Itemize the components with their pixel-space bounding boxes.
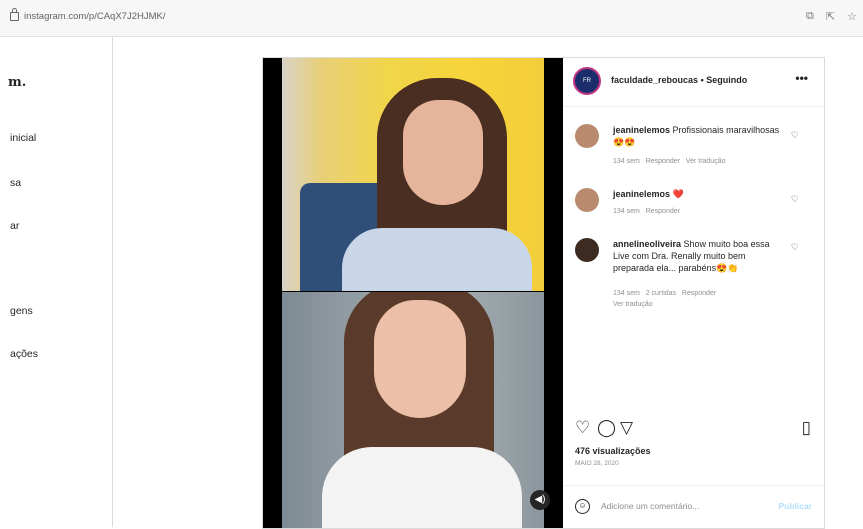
sidebar-nav: m. inicial sa ar gens ações bbox=[0, 37, 113, 527]
comment-meta: 134 sem Responder Ver tradução bbox=[613, 158, 726, 165]
bookmark-icon[interactable]: ▯ bbox=[802, 418, 811, 438]
comment-username[interactable]: jeaninelemos bbox=[613, 125, 670, 135]
sidebar-item-explorar[interactable]: ar bbox=[10, 220, 19, 232]
comment-like-icon[interactable]: ♡ bbox=[791, 194, 799, 205]
star-icon[interactable]: ☆ bbox=[847, 10, 857, 23]
comment-like-icon[interactable]: ♡ bbox=[791, 242, 799, 253]
emoji-icon[interactable]: ☺ bbox=[575, 499, 590, 514]
post-date: MAIO 28, 2020 bbox=[575, 460, 619, 467]
reply-link[interactable]: Responder bbox=[646, 208, 680, 215]
comment-item: jeaninelemos Profissionais maravilhosas😍… bbox=[575, 124, 815, 174]
post-side-panel: FR faculdade_reboucas • Seguindo ••• jea… bbox=[563, 58, 824, 528]
reply-link[interactable]: Responder bbox=[646, 158, 680, 165]
sidebar-item-mensagens[interactable]: gens bbox=[10, 305, 33, 317]
zoom-icon[interactable]: ⇱ bbox=[826, 10, 835, 23]
add-comment-bar: ☺ Adicione um comentário... Publicar bbox=[563, 485, 824, 529]
publish-button[interactable]: Publicar bbox=[778, 501, 812, 511]
translate-link[interactable]: Ver tradução bbox=[686, 158, 726, 165]
live-video[interactable]: ◀) bbox=[263, 58, 563, 528]
comment-username[interactable]: annelineoliveira bbox=[613, 239, 681, 249]
post-container: ◀) FR faculdade_reboucas • Seguindo ••• … bbox=[262, 57, 825, 529]
url-text[interactable]: instagram.com/p/CAqX7J2HJMK/ bbox=[24, 11, 166, 22]
follow-status-button[interactable]: Seguindo bbox=[706, 75, 747, 85]
comment-item: annelineoliveira Show muito boa essa Liv… bbox=[575, 238, 815, 318]
account-name[interactable]: faculdade_reboucas bbox=[611, 75, 698, 85]
comment-meta: 134 sem Responder bbox=[613, 208, 680, 215]
comment-body: ❤️ bbox=[672, 189, 684, 199]
heart-icon[interactable]: ♡ bbox=[575, 418, 590, 438]
volume-icon[interactable]: ◀) bbox=[530, 490, 550, 510]
video-participant-top bbox=[282, 58, 544, 291]
video-participant-bottom bbox=[282, 292, 544, 528]
browser-actions: ⧉ ⇱ ☆ bbox=[806, 10, 857, 23]
comment-username[interactable]: jeaninelemos bbox=[613, 189, 670, 199]
post-header: FR faculdade_reboucas • Seguindo ••• bbox=[563, 58, 824, 107]
post-account-line: faculdade_reboucas • Seguindo bbox=[611, 75, 747, 85]
comment-meta: 134 sem 2 curtidas Responder bbox=[613, 290, 716, 297]
avatar[interactable] bbox=[575, 238, 599, 262]
comment-input[interactable]: Adicione um comentário... bbox=[601, 501, 699, 511]
avatar[interactable] bbox=[575, 124, 599, 148]
more-options-icon[interactable]: ••• bbox=[795, 71, 808, 85]
instagram-logo[interactable]: m. bbox=[8, 75, 26, 90]
comment-item: jeaninelemos ❤️ 134 sem Responder ♡ bbox=[575, 188, 815, 223]
lock-icon bbox=[10, 8, 19, 21]
translate-link[interactable]: Ver tradução bbox=[613, 301, 653, 308]
comment-time: 134 sem bbox=[613, 208, 640, 215]
comment-like-icon[interactable]: ♡ bbox=[791, 130, 799, 141]
browser-address-bar[interactable]: instagram.com/p/CAqX7J2HJMK/ ⧉ ⇱ ☆ bbox=[0, 0, 863, 37]
comment-icon[interactable]: ◯ bbox=[597, 418, 616, 438]
comment-text: jeaninelemos Profissionais maravilhosas😍… bbox=[613, 124, 783, 148]
sidebar-item-inicial[interactable]: inicial bbox=[10, 132, 36, 144]
comment-time: 134 sem bbox=[613, 290, 640, 297]
views-count[interactable]: 476 visualizações bbox=[575, 446, 651, 456]
separator-dot: • bbox=[700, 75, 704, 85]
post-actions: ♡ ◯ ▽ ▯ bbox=[575, 418, 811, 442]
comment-text: jeaninelemos ❤️ bbox=[613, 188, 783, 200]
comment-text: annelineoliveira Show muito boa essa Liv… bbox=[613, 238, 783, 274]
share-icon[interactable]: ⧉ bbox=[806, 10, 814, 23]
reply-link[interactable]: Responder bbox=[682, 290, 716, 297]
share-icon[interactable]: ▽ bbox=[620, 418, 633, 438]
comment-time: 134 sem bbox=[613, 158, 640, 165]
likes-count[interactable]: 2 curtidas bbox=[646, 290, 676, 297]
avatar[interactable] bbox=[575, 188, 599, 212]
sidebar-item-pesquisa[interactable]: sa bbox=[10, 177, 21, 189]
sidebar-item-notificacoes[interactable]: ações bbox=[10, 348, 38, 360]
account-avatar[interactable]: FR bbox=[573, 67, 601, 95]
